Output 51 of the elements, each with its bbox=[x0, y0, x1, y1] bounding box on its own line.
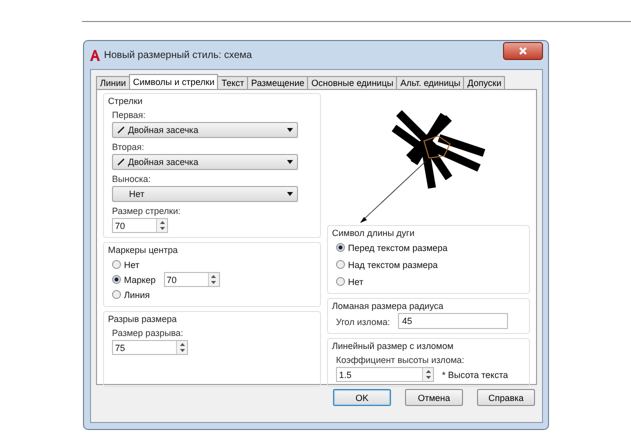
window-title: Новый размерный стиль: схема bbox=[104, 50, 253, 60]
dropdown[interactable]: Двойная засечка bbox=[112, 154, 298, 170]
number-field[interactable]: 1.5 bbox=[336, 367, 434, 382]
group-title: Разрыв размера bbox=[108, 314, 178, 324]
unit-label: * Высота текста bbox=[442, 370, 508, 380]
radio-option[interactable]: Нет bbox=[112, 257, 156, 272]
slash-icon bbox=[117, 158, 125, 166]
tab[interactable]: Размещение bbox=[247, 76, 308, 89]
field-label: Угол излома: bbox=[336, 317, 390, 327]
close-icon bbox=[519, 47, 527, 55]
tab[interactable]: Допуски bbox=[463, 76, 506, 89]
tab[interactable]: Символы и стрелки bbox=[128, 74, 218, 89]
number-field[interactable]: 70 bbox=[112, 218, 168, 233]
radio-option[interactable]: Маркер bbox=[112, 272, 156, 287]
dialog-button[interactable]: Справка bbox=[477, 389, 535, 406]
tab[interactable]: Линии bbox=[96, 76, 130, 89]
number-field[interactable]: 75 bbox=[112, 340, 188, 355]
dropdown-arrow-icon bbox=[287, 192, 293, 196]
field-label: Первая: bbox=[112, 110, 147, 120]
dropdown[interactable]: Нет bbox=[112, 186, 298, 202]
field-label: Вторая: bbox=[112, 142, 146, 152]
group-title: Стрелки bbox=[108, 96, 144, 106]
tab[interactable]: Основные единицы bbox=[307, 76, 398, 89]
text-field[interactable]: 45 bbox=[398, 313, 508, 329]
group-title: Ломаная размера радиуса bbox=[332, 301, 444, 311]
radio-option[interactable]: Линия bbox=[112, 287, 156, 302]
dropdown-arrow-icon bbox=[287, 128, 293, 132]
spin-buttons[interactable] bbox=[208, 273, 219, 286]
radio-option[interactable]: Над текстом размера bbox=[336, 257, 521, 272]
group-title: Линейный размер с изломом bbox=[332, 341, 454, 351]
dialog-button[interactable]: Отмена bbox=[405, 389, 463, 406]
close-button[interactable] bbox=[503, 42, 543, 60]
tab[interactable]: Текст bbox=[217, 76, 248, 89]
group-title: Символ длины дуги bbox=[332, 228, 416, 238]
field-label: Размер стрелки: bbox=[112, 206, 182, 216]
group-title: Маркеры центра bbox=[108, 245, 179, 255]
radio-option[interactable]: Перед текстом размера bbox=[336, 240, 521, 255]
number-field[interactable]: 70 bbox=[164, 272, 220, 287]
spin-buttons[interactable] bbox=[156, 219, 167, 232]
field-label: Коэффициент высоты излома: bbox=[336, 355, 466, 365]
dialog-button[interactable]: OK bbox=[333, 389, 391, 406]
field-label: Размер разрыва: bbox=[112, 328, 184, 338]
tab[interactable]: Альт. единицы bbox=[396, 76, 464, 89]
spin-buttons[interactable] bbox=[176, 341, 187, 354]
slash-icon bbox=[117, 126, 125, 134]
dropdown-arrow-icon bbox=[287, 160, 293, 164]
dropdown[interactable]: Двойная засечка bbox=[112, 122, 298, 138]
field-label: Выноска: bbox=[112, 174, 152, 184]
app-logo-icon bbox=[90, 50, 100, 60]
spin-buttons[interactable] bbox=[422, 368, 433, 381]
radio-option[interactable]: Нет bbox=[336, 274, 521, 289]
